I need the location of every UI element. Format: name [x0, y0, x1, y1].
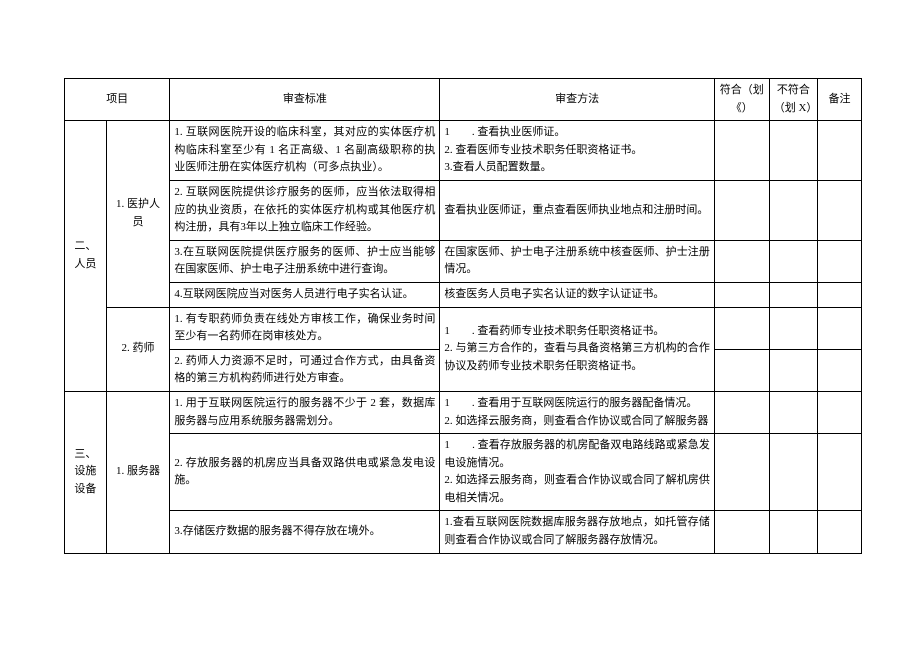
note-cell [818, 121, 862, 181]
note-cell [818, 349, 862, 391]
header-fail: 不符合（划 X） [769, 79, 817, 121]
note-cell [818, 511, 862, 553]
table-row: 3.在互联网医院提供医疗服务的医师、护士应当能够在国家医师、护士电子注册系统中进… [65, 240, 862, 282]
subcategory-cell: 2. 药师 [106, 307, 170, 391]
table-row: 3.存储医疗数据的服务器不得存放在境外。 1.查看互联网医院数据库服务器存放地点… [65, 511, 862, 553]
table-row: 二、人员 1. 医护人员 1. 互联网医院开设的临床科室，其对应的实体医疗机构临… [65, 121, 862, 181]
fail-cell [769, 511, 817, 553]
header-project: 项目 [65, 79, 170, 121]
pass-cell [714, 349, 769, 391]
subcategory-cell: 1. 服务器 [106, 391, 170, 553]
pass-cell [714, 434, 769, 511]
pass-cell [714, 180, 769, 240]
fail-cell [769, 240, 817, 282]
standard-cell: 3.存储医疗数据的服务器不得存放在境外。 [170, 511, 440, 553]
table-row: 2. 互联网医院提供诊疗服务的医师，应当依法取得相应的执业资质，在依托的实体医疗… [65, 180, 862, 240]
table-row: 4.互联网医院应当对医务人员进行电子实名认证。 核查医务人员电子实名认证的数字认… [65, 282, 862, 307]
fail-cell [769, 180, 817, 240]
method-cell: 1 . 查看药师专业技术职务任职资格证书。2. 与第三方合作的，查看与具备资格第… [440, 307, 714, 391]
standard-cell: 2. 互联网医院提供诊疗服务的医师，应当依法取得相应的执业资质，在依托的实体医疗… [170, 180, 440, 240]
standard-cell: 4.互联网医院应当对医务人员进行电子实名认证。 [170, 282, 440, 307]
fail-cell [769, 434, 817, 511]
standard-cell: 1. 互联网医院开设的临床科室，其对应的实体医疗机构临床科室至少有 1 名正高级… [170, 121, 440, 181]
note-cell [818, 240, 862, 282]
header-row: 项目 审查标准 审查方法 符合（划《） 不符合（划 X） 备注 [65, 79, 862, 121]
fail-cell [769, 121, 817, 181]
fail-cell [769, 282, 817, 307]
fail-cell [769, 307, 817, 349]
pass-cell [714, 282, 769, 307]
note-cell [818, 307, 862, 349]
pass-cell [714, 391, 769, 433]
standard-cell: 1. 有专职药师负责在线处方审核工作，确保业务时间至少有一名药师在岗审核处方。 [170, 307, 440, 349]
method-cell: 1 . 查看存放服务器的机房配备双电路线路或紧急发电设施情况。2. 如选择云服务… [440, 434, 714, 511]
method-cell: 核查医务人员电子实名认证的数字认证证书。 [440, 282, 714, 307]
note-cell [818, 434, 862, 511]
pass-cell [714, 307, 769, 349]
note-cell [818, 180, 862, 240]
header-pass: 符合（划《） [714, 79, 769, 121]
pass-cell [714, 240, 769, 282]
table-row: 2. 药师 1. 有专职药师负责在线处方审核工作，确保业务时间至少有一名药师在岗… [65, 307, 862, 349]
header-standard: 审查标准 [170, 79, 440, 121]
category-cell: 三、设施设备 [65, 391, 107, 553]
fail-cell [769, 349, 817, 391]
table-row: 2. 存放服务器的机房应当具备双路供电或紧急发电设施。 1 . 查看存放服务器的… [65, 434, 862, 511]
method-cell: 1 . 查看用于互联网医院运行的服务器配备情况。2. 如选择云服务商，则查看合作… [440, 391, 714, 433]
table-row: 三、设施设备 1. 服务器 1. 用于互联网医院运行的服务器不少于 2 套，数据… [65, 391, 862, 433]
method-cell: 查看执业医师证，重点查看医师执业地点和注册时间。 [440, 180, 714, 240]
note-cell [818, 282, 862, 307]
pass-cell [714, 121, 769, 181]
header-note: 备注 [818, 79, 862, 121]
method-cell: 在国家医师、护士电子注册系统中核查医师、护士注册情况。 [440, 240, 714, 282]
method-cell: 1.查看互联网医院数据库服务器存放地点，如托管存储则查看合作协议或合同了解服务器… [440, 511, 714, 553]
subcategory-cell: 1. 医护人员 [106, 121, 170, 307]
note-cell [818, 391, 862, 433]
review-table: 项目 审查标准 审查方法 符合（划《） 不符合（划 X） 备注 二、人员 1. … [64, 78, 862, 554]
pass-cell [714, 511, 769, 553]
standard-cell: 3.在互联网医院提供医疗服务的医师、护士应当能够在国家医师、护士电子注册系统中进… [170, 240, 440, 282]
standard-cell: 2. 药师人力资源不足时，可通过合作方式，由具备资格的第三方机构药师进行处方审查… [170, 349, 440, 391]
fail-cell [769, 391, 817, 433]
category-cell: 二、人员 [65, 121, 107, 392]
method-cell: 1 . 查看执业医师证。2. 查看医师专业技术职务任职资格证书。3.查看人员配置… [440, 121, 714, 181]
standard-cell: 2. 存放服务器的机房应当具备双路供电或紧急发电设施。 [170, 434, 440, 511]
header-method: 审查方法 [440, 79, 714, 121]
standard-cell: 1. 用于互联网医院运行的服务器不少于 2 套，数据库服务器与应用系统服务器需划… [170, 391, 440, 433]
